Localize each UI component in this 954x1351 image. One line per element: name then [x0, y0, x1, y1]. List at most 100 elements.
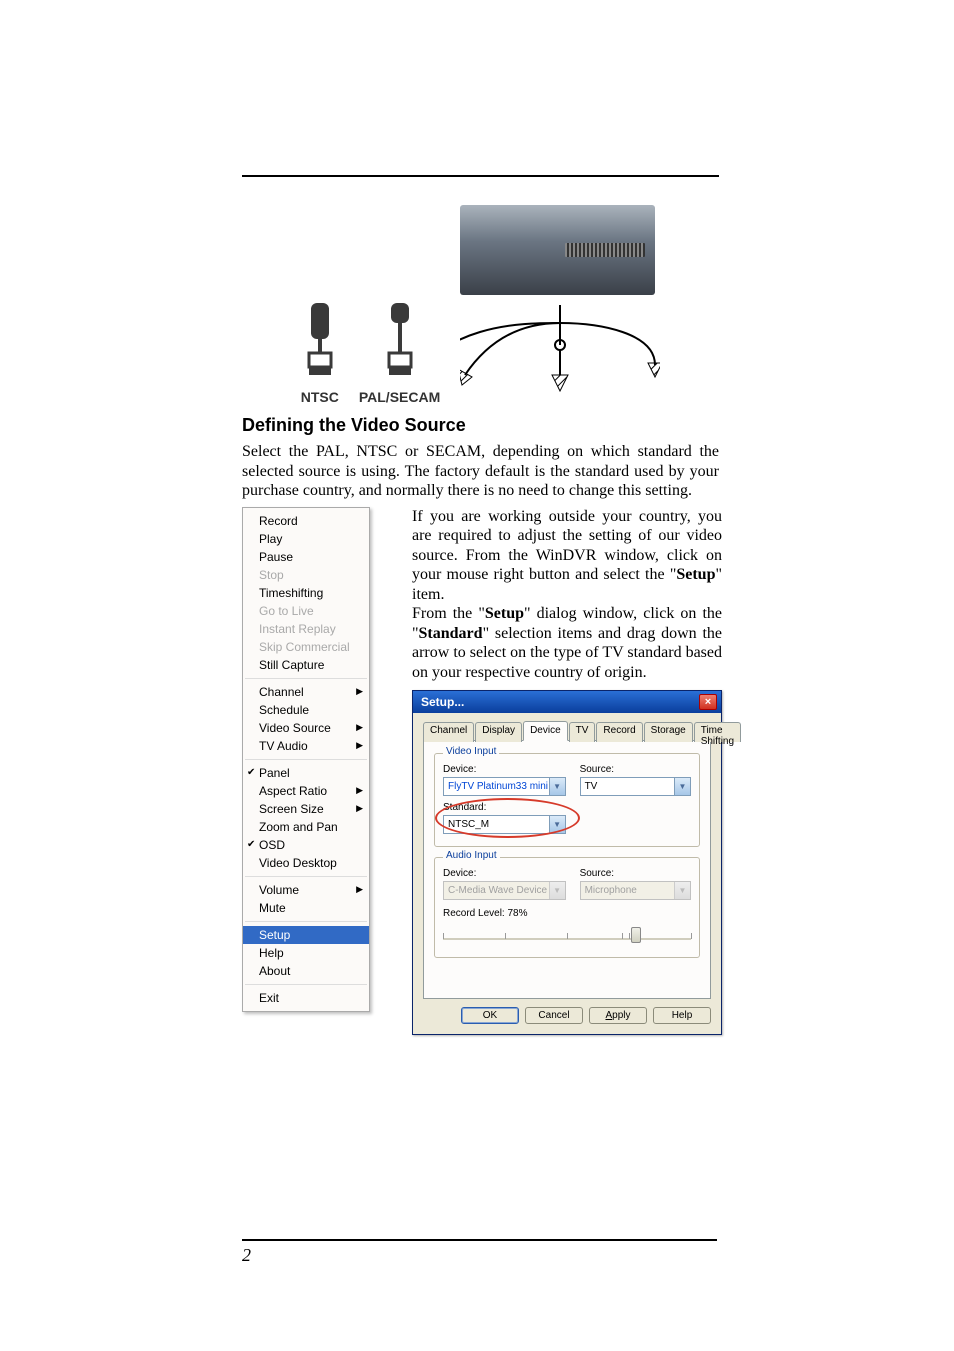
top-rule	[242, 175, 719, 177]
menu-item-timeshifting[interactable]: Timeshifting	[243, 584, 369, 602]
menu-item-skip-commercial: Skip Commercial	[243, 638, 369, 656]
menu-item-label: Timeshifting	[259, 586, 323, 600]
dvr-figure	[460, 205, 660, 415]
setup-dialog: Setup... × ChannelDisplayDeviceTVRecordS…	[412, 690, 722, 1035]
menu-item-tv-audio[interactable]: TV Audio ▶	[243, 737, 369, 755]
menu-item-instant-replay: Instant Replay	[243, 620, 369, 638]
tab-storage[interactable]: Storage	[644, 722, 693, 742]
menu-item-panel[interactable]: ✔ Panel	[243, 764, 369, 782]
menu-item-label: Screen Size	[259, 802, 324, 816]
page-number: 2	[242, 1245, 251, 1266]
tab-record[interactable]: Record	[596, 722, 642, 742]
video-device-value: FlyTV Platinum33 mini	[448, 781, 548, 792]
menu-item-osd[interactable]: ✔OSD	[243, 836, 369, 854]
menu-item-record[interactable]: Record	[243, 512, 369, 530]
submenu-arrow-icon: ▶	[356, 785, 363, 796]
menu-item-help[interactable]: Help	[243, 944, 369, 962]
video-standard-combo[interactable]: NTSC_M ▼	[443, 815, 566, 834]
slider-thumb[interactable]	[631, 927, 641, 943]
menu-item-video-source[interactable]: Video Source▶	[243, 719, 369, 737]
submenu-arrow-icon: ▶	[356, 740, 363, 751]
setup-tabs: ChannelDisplayDeviceTVRecordStorageTime …	[423, 721, 711, 741]
menu-item-aspect-ratio[interactable]: Aspect Ratio▶	[243, 782, 369, 800]
video-standard-value: NTSC_M	[448, 819, 489, 830]
p3b: Setup	[485, 605, 524, 622]
paragraph-2: If you are working outside your country,…	[412, 507, 722, 605]
menu-item-label: Panel	[259, 766, 290, 780]
menu-item-setup[interactable]: Setup	[243, 926, 369, 944]
menu-item-label: Go to Live	[259, 604, 314, 618]
audio-source-label: Source:	[580, 868, 691, 879]
ntsc-oscillator-icon	[305, 303, 335, 383]
cancel-button[interactable]: Cancel	[525, 1007, 583, 1024]
palsecam-oscillator-icon	[385, 303, 415, 383]
chevron-down-icon: ▼	[549, 816, 565, 833]
setup-dialog-title: Setup...	[421, 695, 464, 709]
palsecam-label: PAL/SECAM	[359, 389, 440, 405]
video-source-value: TV	[585, 781, 598, 792]
tab-time-shifting[interactable]: Time Shifting	[694, 722, 741, 742]
menu-item-video-desktop[interactable]: Video Desktop	[243, 854, 369, 872]
setup-dialog-titlebar[interactable]: Setup... ×	[413, 691, 721, 713]
menu-item-schedule[interactable]: Schedule	[243, 701, 369, 719]
paragraph-1: Select the PAL, NTSC or SECAM, depending…	[242, 442, 719, 501]
audio-device-combo[interactable]: C-Media Wave Device ▼	[443, 881, 566, 900]
help-button[interactable]: Help	[653, 1007, 711, 1024]
check-icon: ✔	[247, 767, 255, 778]
video-input-fieldset: Video Input Device: FlyTV Platinum33 min…	[434, 753, 700, 847]
p2b: Setup	[676, 566, 715, 583]
menu-item-mute[interactable]: Mute	[243, 899, 369, 917]
arrows-icon	[460, 305, 660, 415]
audio-input-legend: Audio Input	[443, 850, 500, 861]
p3a: From the "	[412, 605, 485, 622]
chevron-down-icon: ▼	[549, 882, 565, 899]
audio-source-combo[interactable]: Microphone ▼	[580, 881, 691, 900]
menu-item-label: Schedule	[259, 703, 309, 717]
video-source-label: Source:	[580, 764, 691, 775]
menu-item-label: Zoom and Pan	[259, 820, 338, 834]
menu-item-volume[interactable]: Volume▶	[243, 881, 369, 899]
menu-item-label: Mute	[259, 901, 286, 915]
menu-item-about[interactable]: About	[243, 962, 369, 980]
tab-device[interactable]: Device	[523, 721, 568, 741]
menu-item-channel[interactable]: Channel▶	[243, 683, 369, 701]
ok-button[interactable]: OK	[461, 1007, 519, 1024]
video-standard-label: Standard:	[443, 802, 566, 813]
palsecam-oscillator-figure: PAL/SECAM	[359, 303, 440, 405]
menu-item-still-capture[interactable]: Still Capture	[243, 656, 369, 674]
record-level-slider[interactable]	[443, 925, 691, 945]
menu-item-exit[interactable]: Exit	[243, 989, 369, 1007]
menu-item-label: Video Source	[259, 721, 331, 735]
tab-tv[interactable]: TV	[569, 722, 596, 742]
menu-item-label: Instant Replay	[259, 622, 336, 636]
ntsc-oscillator-figure: NTSC	[301, 303, 339, 405]
record-level-label: Record Level: 78%	[443, 908, 691, 919]
close-icon[interactable]: ×	[699, 694, 717, 710]
menu-item-label: Exit	[259, 991, 279, 1005]
bottom-rule	[242, 1239, 717, 1241]
audio-input-fieldset: Audio Input Device: C-Media Wave Device …	[434, 857, 700, 958]
menu-item-label: Pause	[259, 550, 293, 564]
tab-display[interactable]: Display	[475, 722, 522, 742]
dvr-device-icon	[460, 205, 655, 295]
menu-item-label: Skip Commercial	[259, 640, 350, 654]
menu-item-zoom-and-pan[interactable]: Zoom and Pan	[243, 818, 369, 836]
menu-item-label: TV Audio	[259, 739, 308, 753]
p3d: Standard	[419, 625, 483, 642]
menu-item-screen-size[interactable]: Screen Size▶	[243, 800, 369, 818]
submenu-arrow-icon: ▶	[356, 686, 363, 697]
tab-channel[interactable]: Channel	[423, 722, 474, 742]
setup-tab-panel: Video Input Device: FlyTV Platinum33 min…	[423, 740, 711, 999]
menu-item-go-to-live: Go to Live	[243, 602, 369, 620]
audio-source-value: Microphone	[585, 885, 637, 896]
chevron-down-icon: ▼	[674, 778, 690, 795]
chevron-down-icon: ▼	[674, 882, 690, 899]
menu-item-play[interactable]: Play	[243, 530, 369, 548]
submenu-arrow-icon: ▶	[356, 884, 363, 895]
video-device-combo[interactable]: FlyTV Platinum33 mini ▼	[443, 777, 566, 796]
apply-button[interactable]: Apply	[589, 1007, 647, 1024]
section-heading: Defining the Video Source	[242, 415, 719, 436]
video-source-combo[interactable]: TV ▼	[580, 777, 691, 796]
chevron-down-icon: ▼	[549, 778, 565, 795]
menu-item-pause[interactable]: Pause	[243, 548, 369, 566]
